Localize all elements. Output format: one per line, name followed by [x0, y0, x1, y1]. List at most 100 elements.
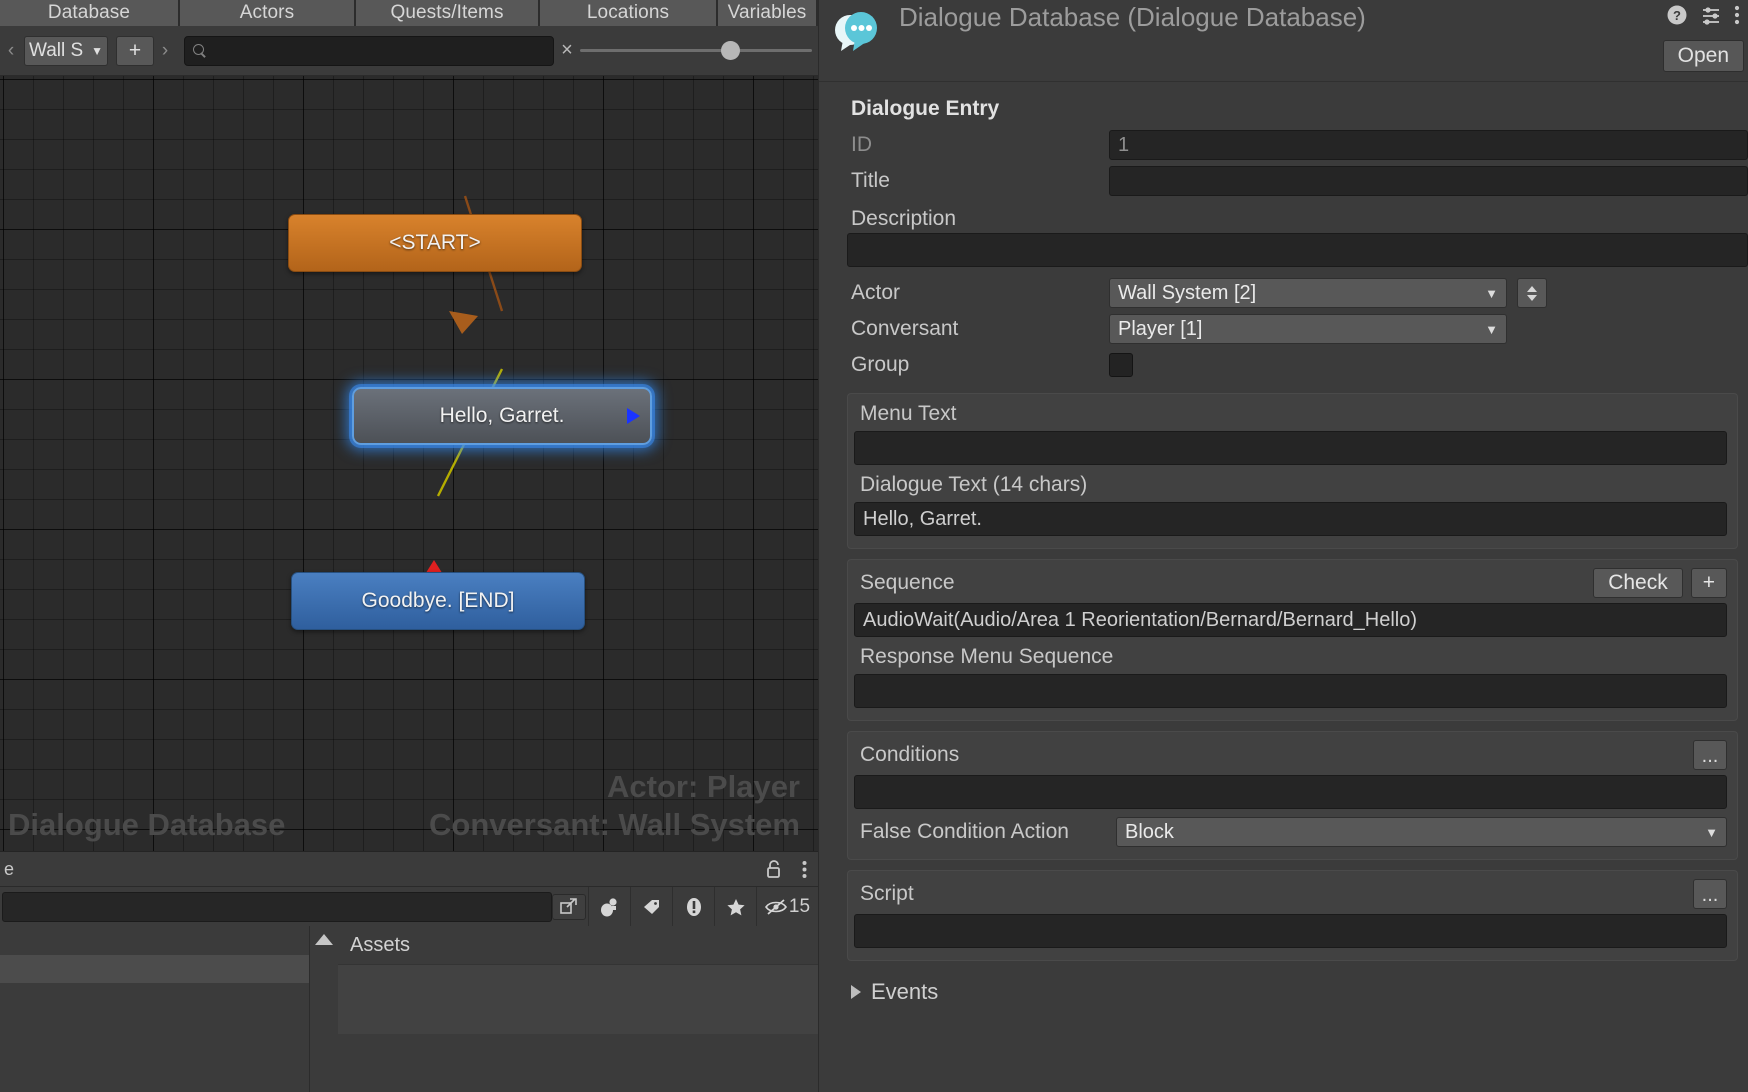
zoom-slider-track: [580, 49, 812, 52]
chevron-down-icon: ▼: [1705, 824, 1718, 840]
favorite-star-icon[interactable]: [714, 886, 756, 927]
editor-tab-bar: Database Actors Quests/Items Locations V…: [0, 0, 818, 26]
title-row: Title: [833, 163, 1748, 199]
conditions-label: Conditions: [860, 743, 960, 766]
conditions-field[interactable]: [854, 775, 1727, 809]
svg-text:?: ?: [1673, 8, 1681, 23]
add-conversation-button[interactable]: +: [116, 35, 154, 66]
project-tree-selected-row[interactable]: [0, 955, 309, 983]
node-hello-garret[interactable]: Hello, Garret.: [352, 387, 652, 445]
node-start[interactable]: <START>: [288, 214, 582, 272]
actor-row: Actor Wall System [2] ▼: [833, 275, 1748, 311]
script-wizard-button[interactable]: ...: [1693, 879, 1727, 909]
menu-text-field[interactable]: [854, 431, 1727, 465]
zoom-slider[interactable]: [580, 36, 818, 66]
sequence-value: AudioWait(Audio/Area 1 Reorientation/Ber…: [863, 608, 1418, 631]
preset-sliders-icon[interactable]: [1700, 4, 1722, 26]
script-dots-label: ...: [1701, 884, 1719, 906]
events-label: Events: [871, 979, 939, 1004]
conditions-group: Conditions ... False Condition Action Bl…: [847, 731, 1738, 860]
dialogue-editor-pane: Database Actors Quests/Items Locations V…: [0, 0, 818, 1092]
dialogue-text-value: Hello, Garret.: [863, 507, 982, 530]
actor-stepper[interactable]: [1517, 278, 1547, 308]
tab-actors-label: Actors: [239, 2, 295, 23]
warning-icon[interactable]: [672, 886, 714, 927]
open-button[interactable]: Open: [1662, 40, 1744, 72]
script-group: Script ...: [847, 870, 1738, 961]
project-browser: Assets: [0, 926, 818, 1092]
help-icon[interactable]: ?: [1666, 4, 1688, 26]
response-menu-sequence-field[interactable]: [854, 674, 1727, 708]
popout-icon[interactable]: [552, 893, 586, 920]
search-field[interactable]: [184, 35, 554, 66]
events-foldout[interactable]: Events: [851, 979, 1748, 1005]
group-checkbox[interactable]: [1109, 353, 1133, 377]
project-collapse-handle[interactable]: [310, 926, 338, 1092]
node-hello-garret-label: Hello, Garret.: [439, 404, 565, 427]
hidden-items-count: 15: [788, 895, 811, 917]
inspector-tool-icons: ?: [1666, 4, 1740, 26]
conversant-label: Conversant: [851, 317, 959, 340]
dialogue-text-field[interactable]: Hello, Garret.: [854, 502, 1727, 536]
lock-open-icon[interactable]: [760, 859, 790, 879]
sequence-add-label: +: [1702, 571, 1715, 594]
conversation-picker-dropdown[interactable]: Wall S ▼: [24, 35, 108, 66]
editor-footer-strip: e: [0, 851, 818, 886]
tab-locations[interactable]: Locations: [540, 0, 718, 26]
script-label: Script: [860, 882, 914, 905]
status-message-field[interactable]: [2, 891, 552, 922]
inspector-header: Dialogue Database (Dialogue Database) ? …: [819, 0, 1748, 82]
text-group: Menu Text Dialogue Text (14 chars) Hello…: [847, 393, 1738, 549]
inspector-title: Dialogue Database (Dialogue Database): [899, 2, 1366, 32]
sequence-check-button[interactable]: Check: [1593, 568, 1683, 598]
conditions-wizard-button[interactable]: ...: [1693, 740, 1727, 770]
conversant-dropdown[interactable]: Player [1] ▼: [1109, 314, 1507, 344]
tab-actors[interactable]: Actors: [180, 0, 356, 26]
actor-value: Wall System [2]: [1118, 281, 1257, 304]
kebab-menu-icon[interactable]: [1734, 4, 1740, 26]
response-menu-sequence-label: Response Menu Sequence: [860, 645, 1114, 668]
dialogue-graph-canvas[interactable]: <START> Hello, Garret. Goodbye. [END] Di…: [0, 76, 818, 851]
tab-variables[interactable]: Variables: [718, 0, 818, 26]
chevron-right-icon[interactable]: [851, 985, 861, 999]
false-condition-action-dropdown[interactable]: Block ▼: [1116, 817, 1727, 847]
assets-breadcrumb[interactable]: Assets: [338, 926, 818, 964]
conversation-toolbar: ‹ Wall S ▼ + › ×: [0, 26, 818, 76]
stepper-up-icon[interactable]: [1527, 285, 1537, 292]
assets-label: Assets: [350, 933, 411, 956]
title-label: Title: [851, 169, 890, 192]
conversant-value: Player [1]: [1118, 317, 1203, 340]
triangle-up-icon: [315, 934, 333, 945]
actor-dropdown[interactable]: Wall System [2] ▼: [1109, 278, 1507, 308]
search-input[interactable]: [213, 41, 545, 60]
tab-database[interactable]: Database: [0, 0, 180, 26]
description-field[interactable]: [847, 233, 1748, 267]
next-conversation-arrow[interactable]: ›: [154, 40, 176, 62]
account-icon[interactable]: [588, 886, 630, 927]
kebab-menu-icon[interactable]: [790, 860, 818, 879]
tab-quests-items[interactable]: Quests/Items: [356, 0, 540, 26]
sequence-check-label: Check: [1608, 571, 1668, 594]
inspector-body: Dialogue Entry ID 1 Title Description Ac…: [819, 83, 1748, 1092]
actor-label: Actor: [851, 281, 901, 304]
assets-grid[interactable]: [338, 964, 818, 1034]
project-tree-pane[interactable]: [0, 926, 310, 1092]
node-goodbye-end[interactable]: Goodbye. [END]: [291, 572, 585, 630]
zoom-slider-handle[interactable]: [721, 41, 740, 60]
hidden-items-counter[interactable]: 15: [756, 886, 818, 927]
id-label: ID: [851, 133, 872, 156]
id-field: 1: [1109, 130, 1748, 160]
clear-search-button[interactable]: ×: [554, 39, 580, 62]
sequence-field[interactable]: AudioWait(Audio/Area 1 Reorientation/Ber…: [854, 603, 1727, 637]
sequence-add-button[interactable]: +: [1690, 568, 1727, 598]
title-field[interactable]: [1109, 166, 1748, 196]
tag-icon[interactable]: [630, 886, 672, 927]
node-output-port-icon[interactable]: [627, 408, 640, 424]
dialogue-entry-section-title: Dialogue Entry: [851, 97, 1000, 120]
prev-conversation-arrow[interactable]: ‹: [0, 40, 22, 62]
conditions-dots-label: ...: [1701, 745, 1719, 767]
stepper-down-icon[interactable]: [1527, 294, 1537, 301]
script-field[interactable]: [854, 914, 1727, 948]
add-conversation-label: +: [128, 38, 142, 62]
description-label: Description: [851, 207, 957, 230]
